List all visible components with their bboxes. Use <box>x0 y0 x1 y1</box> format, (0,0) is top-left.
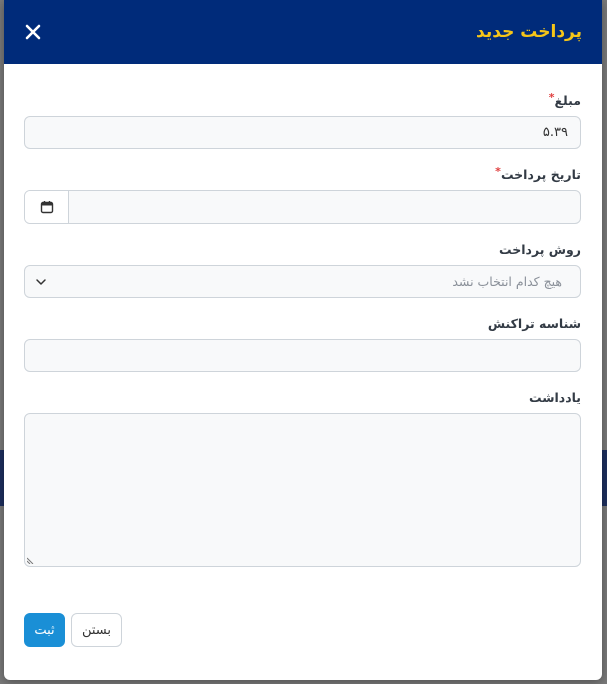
payment-method-label: روش پرداخت <box>499 241 581 257</box>
payment-form: مبلغ * ۵.۳۹ تاریخ پرداخت * روش پرداخت هی… <box>4 64 602 567</box>
payment-date-input-group <box>24 190 581 224</box>
payment-date-field-group: تاریخ پرداخت * <box>24 164 581 224</box>
calendar-button[interactable] <box>25 191 69 223</box>
required-marker: * <box>548 90 555 104</box>
modal-title: پرداخت جدید <box>476 22 582 42</box>
chevron-down-icon <box>36 278 46 285</box>
calendar-icon <box>40 201 53 214</box>
transaction-id-label: شناسه تراکنش <box>487 315 581 331</box>
required-marker: * <box>495 164 501 178</box>
amount-value: ۵.۳۹ <box>542 125 568 140</box>
close-icon <box>25 24 41 40</box>
amount-label-row: مبلغ * <box>24 90 581 110</box>
transaction-id-field-group: شناسه تراکنش <box>24 313 581 372</box>
resize-handle-icon[interactable] <box>27 556 35 564</box>
footer-buttons: ثبت بستن <box>24 613 122 647</box>
payment-date-label: تاریخ پرداخت <box>500 166 581 182</box>
payment-date-label-row: تاریخ پرداخت * <box>24 164 581 184</box>
note-label-row: یادداشت <box>24 387 581 407</box>
transaction-id-label-row: شناسه تراکنش <box>24 313 581 333</box>
close-footer-button[interactable]: بستن <box>71 613 122 647</box>
note-field-group: یادداشت <box>24 387 581 567</box>
new-payment-modal: پرداخت جدید مبلغ * ۵.۳۹ تاریخ پرداخت * ر… <box>4 0 602 680</box>
payment-method-field-group: روش پرداخت هیچ کدام انتخاب نشد <box>24 239 581 298</box>
close-button[interactable] <box>22 21 44 43</box>
transaction-id-input[interactable] <box>24 339 581 372</box>
payment-method-label-row: روش پرداخت <box>24 239 581 259</box>
payment-method-placeholder: هیچ کدام انتخاب نشد <box>452 274 562 289</box>
submit-button[interactable]: ثبت <box>24 613 65 647</box>
amount-input[interactable]: ۵.۳۹ <box>24 116 581 149</box>
modal-footer: ثبت بستن <box>4 610 602 680</box>
payment-date-input[interactable] <box>69 191 580 223</box>
note-textarea[interactable] <box>24 413 581 567</box>
note-label: یادداشت <box>528 389 581 405</box>
amount-field-group: مبلغ * ۵.۳۹ <box>24 90 581 149</box>
modal-header: پرداخت جدید <box>4 0 602 64</box>
amount-label: مبلغ <box>554 92 581 108</box>
payment-method-select[interactable]: هیچ کدام انتخاب نشد <box>24 265 581 298</box>
